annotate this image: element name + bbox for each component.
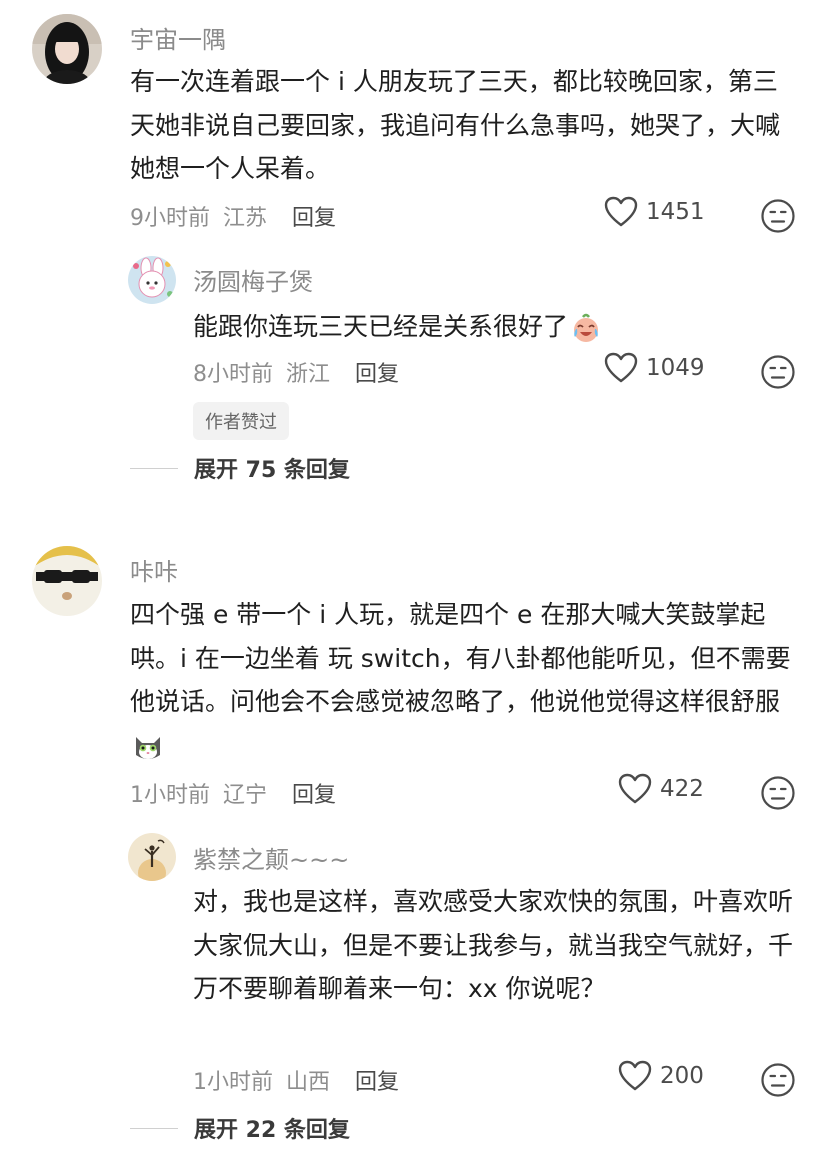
- heart-outline-icon: [604, 352, 638, 384]
- reply-button[interactable]: 回复: [292, 206, 336, 231]
- avatar[interactable]: [32, 546, 102, 616]
- dislike-button[interactable]: [760, 1062, 796, 1098]
- reply-text-content: 能跟你连玩三天已经是关系很好了: [193, 312, 569, 341]
- like-count: 422: [660, 776, 704, 802]
- like-button[interactable]: 200: [618, 1060, 704, 1092]
- comment-text: 四个强 e 带一个 i 人玩，就是四个 e 在那大喊大笑鼓掌起哄。i 在一边坐着…: [130, 593, 795, 767]
- time-label: 1小时前: [130, 783, 210, 808]
- username[interactable]: 宇宙一隅: [130, 20, 226, 55]
- avatar[interactable]: [128, 833, 176, 881]
- reply-button[interactable]: 回复: [355, 362, 399, 387]
- heart-outline-icon: [618, 1060, 652, 1092]
- comment-meta: 1小时前 辽宁 回复: [130, 777, 336, 809]
- comment-text-content: 四个强 e 带一个 i 人玩，就是四个 e 在那大喊大笑鼓掌起哄。i 在一边坐着…: [130, 600, 791, 716]
- like-button[interactable]: 1451: [604, 196, 705, 228]
- heart-outline-icon: [618, 773, 652, 805]
- crying-laughing-emoji: [570, 312, 602, 344]
- time-label: 1小时前: [193, 1070, 273, 1095]
- reply-button[interactable]: 回复: [292, 783, 336, 808]
- heart-outline-icon: [604, 196, 638, 228]
- expand-replies-button[interactable]: 展开 22 条回复: [130, 1112, 350, 1144]
- username[interactable]: 汤圆梅子煲: [193, 262, 313, 297]
- comment-text-content: 有一次连着跟一个 i 人朋友玩了三天，都比较晚回家，第三天她非说自己要回家，我追…: [130, 67, 781, 183]
- reply-meta: 1小时前 山西 回复: [193, 1064, 399, 1096]
- time-label: 8小时前: [193, 362, 273, 387]
- dislike-button[interactable]: [760, 354, 796, 390]
- reply-meta: 8小时前 浙江 回复: [193, 356, 399, 388]
- expand-divider: [130, 1127, 178, 1129]
- username[interactable]: 咔咔: [130, 552, 178, 587]
- reply-text: 对，我也是这样，喜欢感受大家欢快的氛围，叶喜欢听大家侃大山，但是不要让我参与，就…: [193, 880, 793, 1011]
- avatar[interactable]: [32, 14, 102, 84]
- time-label: 9小时前: [130, 206, 210, 231]
- username[interactable]: 紫禁之颠~~~: [193, 840, 349, 875]
- neutral-face-icon: [760, 1062, 796, 1098]
- like-button[interactable]: 422: [618, 773, 704, 805]
- dislike-button[interactable]: [760, 775, 796, 811]
- location-label: 江苏: [223, 206, 268, 231]
- avatar[interactable]: [128, 256, 176, 304]
- like-count: 1451: [646, 199, 705, 225]
- reply-text: 能跟你连玩三天已经是关系很好了: [193, 305, 783, 349]
- like-count: 200: [660, 1063, 704, 1089]
- like-count: 1049: [646, 355, 705, 381]
- location-label: 山西: [286, 1070, 331, 1095]
- neutral-face-icon: [760, 198, 796, 234]
- expand-divider: [130, 467, 178, 469]
- reply-text-content: 对，我也是这样，喜欢感受大家欢快的氛围，叶喜欢听大家侃大山，但是不要让我参与，就…: [193, 887, 794, 1003]
- neutral-face-icon: [760, 354, 796, 390]
- location-label: 辽宁: [223, 783, 268, 808]
- expand-replies-label: 展开 22 条回复: [194, 1118, 350, 1143]
- neutral-face-icon: [760, 775, 796, 811]
- author-liked-badge: 作者赞过: [193, 402, 289, 440]
- expand-replies-button[interactable]: 展开 75 条回复: [130, 452, 350, 484]
- reply-button[interactable]: 回复: [355, 1070, 399, 1095]
- comment-text: 有一次连着跟一个 i 人朋友玩了三天，都比较晚回家，第三天她非说自己要回家，我追…: [130, 60, 790, 191]
- cat-emoji: [132, 731, 164, 763]
- location-label: 浙江: [286, 362, 331, 387]
- expand-replies-label: 展开 75 条回复: [194, 458, 350, 483]
- comment-meta: 9小时前 江苏 回复: [130, 200, 336, 232]
- like-button[interactable]: 1049: [604, 352, 705, 384]
- dislike-button[interactable]: [760, 198, 796, 234]
